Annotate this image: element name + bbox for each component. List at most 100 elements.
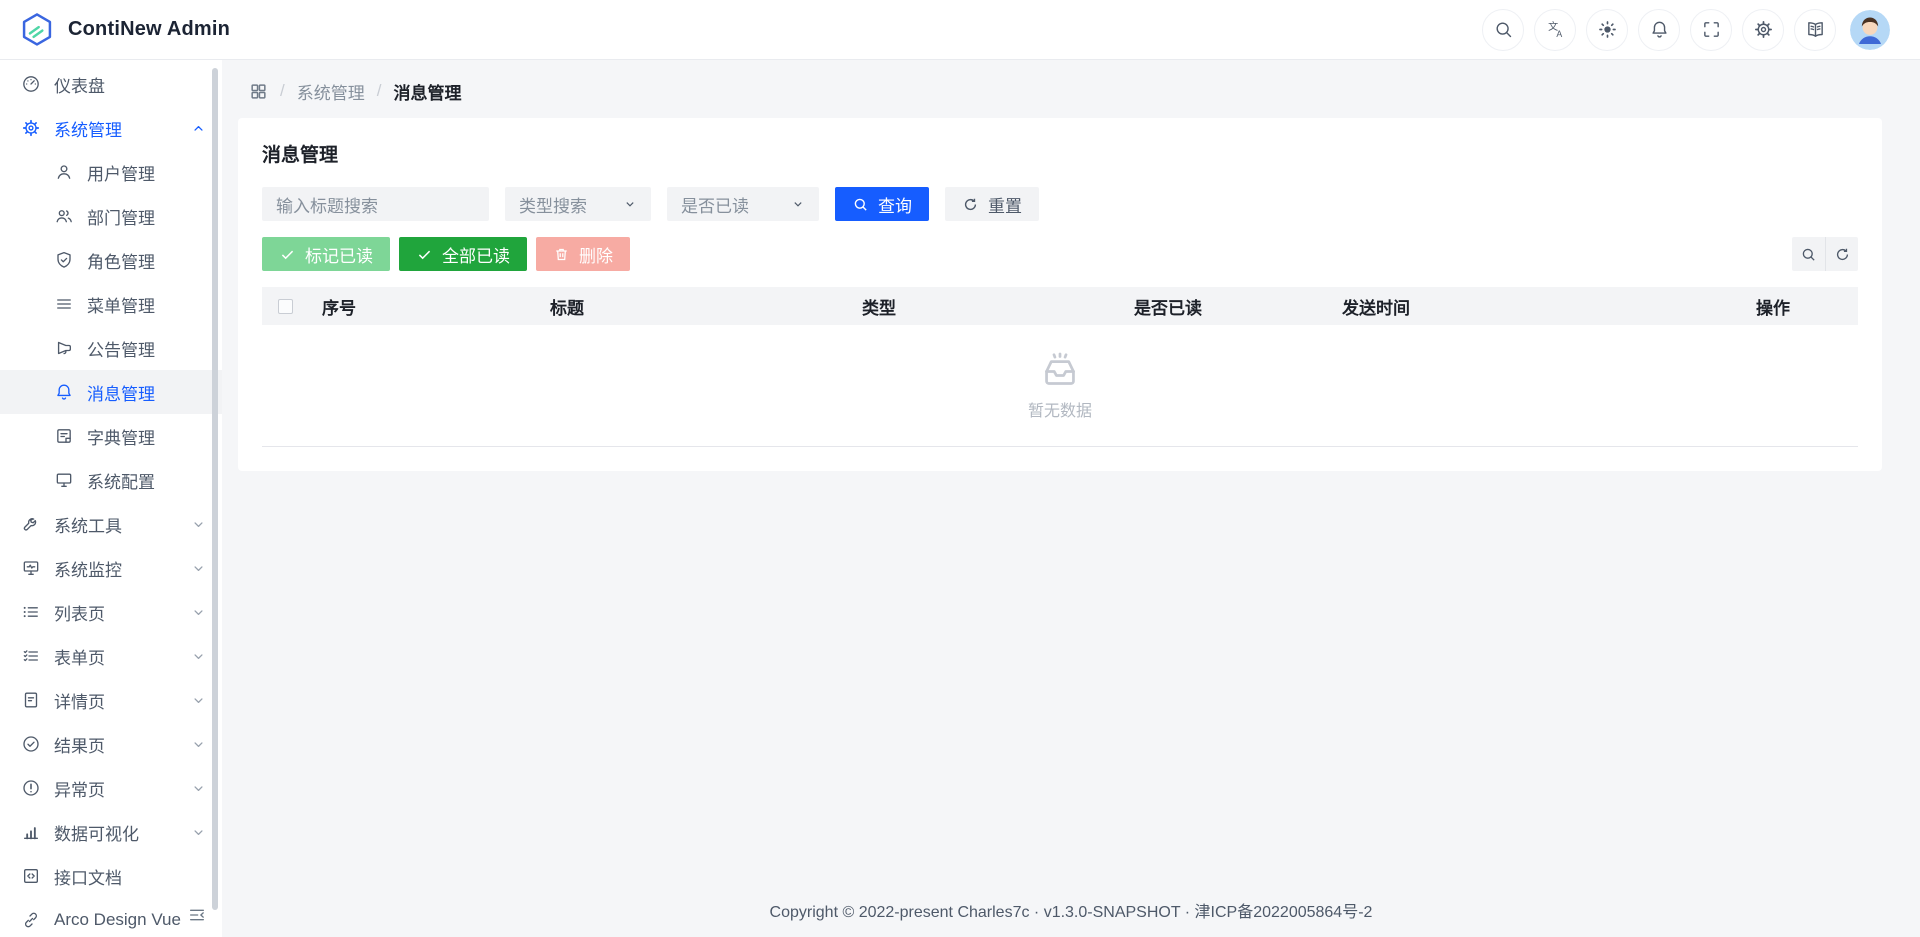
sidebar-item-菜单管理[interactable]: 菜单管理 [0, 282, 222, 326]
content-area: /系统管理/消息管理 消息管理 输入标题搜索 类型搜索 是否已读 [222, 60, 1920, 937]
table-header-row: 序号标题类型是否已读发送时间操作 [262, 287, 1858, 325]
sidebar-item-接口文档[interactable]: 接口文档 [0, 854, 222, 898]
app-root: ContiNew Admin 文A 仪表盘系统管理用户管理部门管理角色管理菜单管… [0, 0, 1920, 937]
refresh-icon [1834, 246, 1851, 263]
copyright-footer: Copyright © 2022-present Charles7c · v1.… [222, 898, 1920, 937]
sidebar-item-label: 系统配置 [87, 468, 206, 493]
sidebar-item-label: 菜单管理 [87, 292, 206, 317]
sidebar-item-仪表盘[interactable]: 仪表盘 [0, 62, 222, 106]
users-icon [54, 206, 74, 226]
type-select-value: 类型搜索 [519, 192, 587, 217]
link-icon [21, 910, 41, 930]
sidebar-item-label: 部门管理 [87, 204, 206, 229]
brand[interactable]: ContiNew Admin [18, 11, 230, 49]
sidebar-item-部门管理[interactable]: 部门管理 [0, 194, 222, 238]
select-all-checkbox[interactable] [278, 299, 293, 314]
menu-icon [54, 294, 74, 314]
book-icon [1805, 19, 1826, 40]
bar-chart-icon [21, 822, 41, 842]
sidebar-item-label: 数据可视化 [54, 820, 178, 845]
gear-icon [1753, 19, 1774, 40]
dictionary-icon [54, 426, 74, 446]
sidebar-item-label: 消息管理 [87, 380, 206, 405]
sidebar-item-label: 系统工具 [54, 512, 178, 537]
header-docs-button[interactable] [1794, 9, 1836, 51]
sidebar-item-label: 系统管理 [54, 116, 178, 141]
search-icon [1493, 19, 1514, 40]
chevron-down-icon [191, 517, 206, 532]
sidebar-item-系统管理[interactable]: 系统管理 [0, 106, 222, 150]
apps-grid-icon[interactable] [249, 82, 268, 101]
sidebar-item-字典管理[interactable]: 字典管理 [0, 414, 222, 458]
shield-icon [54, 250, 74, 270]
title-search-placeholder: 输入标题搜索 [276, 192, 378, 217]
chevron-down-icon [191, 605, 206, 620]
app-logo-icon [18, 11, 56, 49]
bell-icon [54, 382, 74, 402]
search-button[interactable]: 查询 [835, 187, 929, 221]
megaphone-icon [54, 338, 74, 358]
header-fullscreen-button[interactable] [1690, 9, 1732, 51]
search-icon [852, 196, 869, 213]
column-header-标题: 标题 [536, 294, 848, 319]
reset-button[interactable]: 重置 [945, 187, 1039, 221]
header-translate-button[interactable]: 文A [1534, 9, 1576, 51]
breadcrumb-item-消息管理: 消息管理 [393, 79, 461, 104]
sidebar-item-系统配置[interactable]: 系统配置 [0, 458, 222, 502]
sidebar-item-系统监控[interactable]: 系统监控 [0, 546, 222, 590]
sidebar-collapse-button[interactable] [184, 902, 210, 928]
column-header-类型: 类型 [848, 294, 1120, 319]
header-settings-button[interactable] [1742, 9, 1784, 51]
sidebar-item-公告管理[interactable]: 公告管理 [0, 326, 222, 370]
sidebar-item-系统工具[interactable]: 系统工具 [0, 502, 222, 546]
sidebar-scrollbar[interactable] [212, 68, 218, 910]
sidebar-item-角色管理[interactable]: 角色管理 [0, 238, 222, 282]
header-search-button[interactable] [1482, 9, 1524, 51]
sidebar-item-label: 异常页 [54, 776, 178, 801]
header-theme-button[interactable] [1586, 9, 1628, 51]
empty-inbox-icon [1037, 350, 1083, 390]
filter-row: 输入标题搜索 类型搜索 是否已读 [262, 187, 1858, 221]
sidebar-item-表单页[interactable]: 表单页 [0, 634, 222, 678]
sidebar-item-数据可视化[interactable]: 数据可视化 [0, 810, 222, 854]
chevron-up-icon [191, 121, 206, 136]
user-avatar[interactable] [1850, 10, 1890, 50]
sun-icon [1597, 19, 1618, 40]
type-select[interactable]: 类型搜索 [505, 187, 651, 221]
check-icon [416, 246, 433, 263]
chevron-down-icon [191, 781, 206, 796]
search-icon [1800, 246, 1817, 263]
sidebar: 仪表盘系统管理用户管理部门管理角色管理菜单管理公告管理消息管理字典管理系统配置系… [0, 60, 222, 937]
table-empty-state: 暂无数据 [262, 325, 1858, 447]
topbar-actions: 文A [1482, 9, 1890, 51]
column-header-发送时间: 发送时间 [1328, 294, 1742, 319]
sidebar-item-异常页[interactable]: 异常页 [0, 766, 222, 810]
table-search-button[interactable] [1792, 237, 1825, 271]
sidebar-item-消息管理[interactable]: 消息管理 [0, 370, 222, 414]
mark-read-button[interactable]: 标记已读 [262, 237, 390, 271]
sidebar-item-用户管理[interactable]: 用户管理 [0, 150, 222, 194]
sidebar-item-结果页[interactable]: 结果页 [0, 722, 222, 766]
sidebar-item-列表页[interactable]: 列表页 [0, 590, 222, 634]
svg-text:A: A [1556, 29, 1562, 39]
breadcrumb-item-系统管理[interactable]: 系统管理 [297, 79, 365, 104]
monitor-line-icon [21, 558, 41, 578]
wrench-icon [21, 514, 41, 534]
title-search-input[interactable]: 输入标题搜索 [262, 187, 489, 221]
file-icon [21, 690, 41, 710]
chevron-down-icon [791, 197, 805, 211]
sidebar-item-详情页[interactable]: 详情页 [0, 678, 222, 722]
delete-button[interactable]: 删除 [536, 237, 630, 271]
header-notifications-button[interactable] [1638, 9, 1680, 51]
chevron-down-icon [623, 197, 637, 211]
select-all-cell [262, 299, 308, 314]
page-title: 消息管理 [262, 140, 1858, 167]
read-select-value: 是否已读 [681, 192, 749, 217]
refresh-icon [962, 196, 979, 213]
mark-all-read-button[interactable]: 全部已读 [399, 237, 527, 271]
read-status-select[interactable]: 是否已读 [667, 187, 819, 221]
table-tools [1792, 237, 1858, 271]
breadcrumb-separator: / [377, 81, 382, 101]
table-refresh-button[interactable] [1825, 237, 1858, 271]
sidebar-item-label: 详情页 [54, 688, 178, 713]
